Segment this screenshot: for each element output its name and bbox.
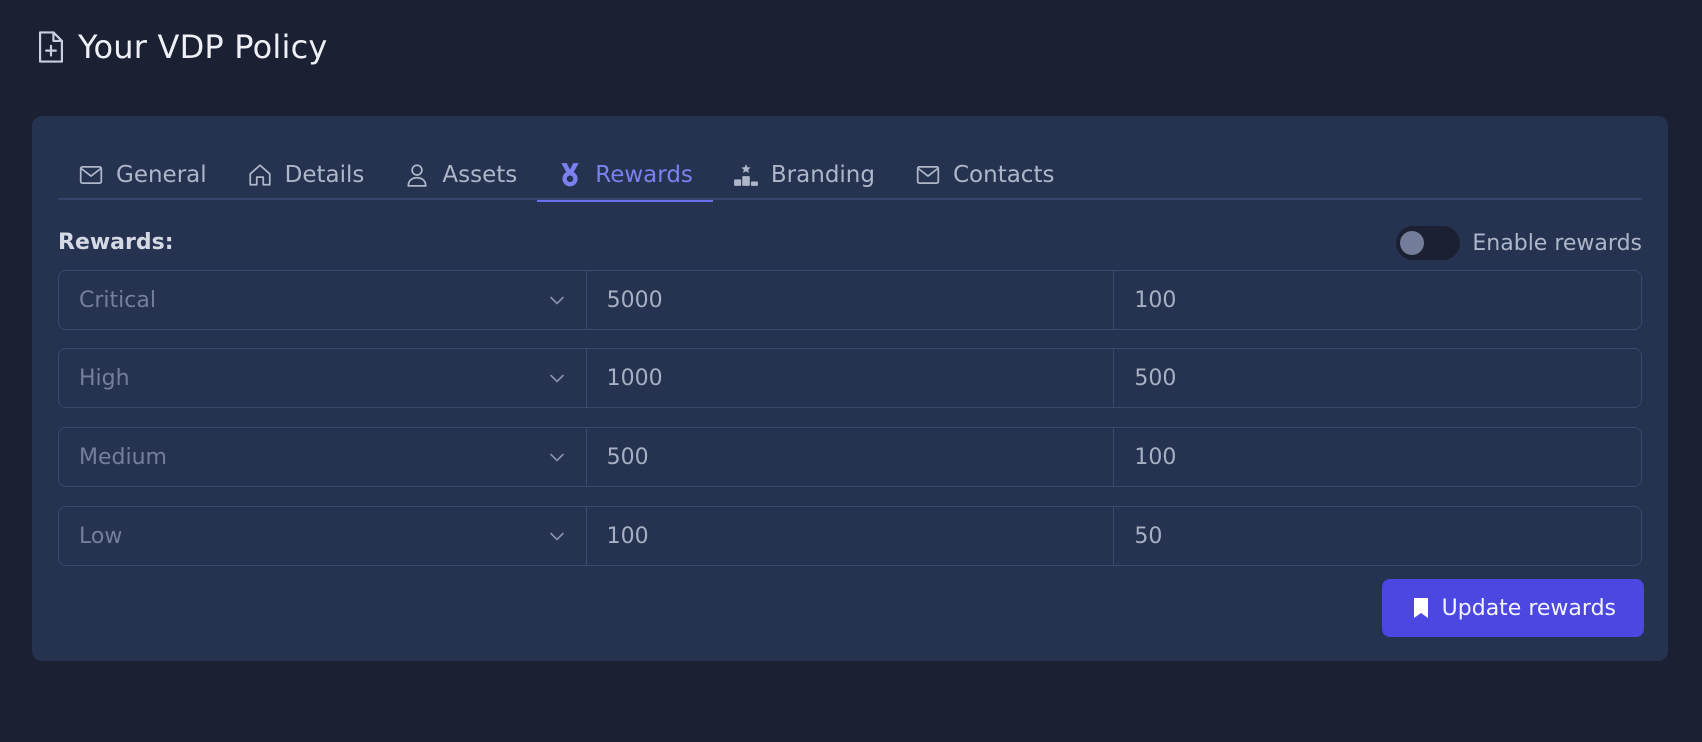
tab-label: Details [284,162,365,188]
reward-row-medium: Medium 500 100 [58,427,1642,487]
severity-select[interactable]: Medium [59,428,586,486]
severity-value: Low [79,523,123,549]
mail-icon [916,166,940,184]
max-reward-input[interactable]: 100 [585,507,1114,565]
tab-label: General [116,162,207,188]
tab-label: Assets [442,162,518,188]
min-reward-input[interactable]: 500 [1113,349,1641,407]
tab-branding[interactable]: Branding [713,150,895,200]
reward-row-low: Low 100 50 [58,506,1642,566]
page-title: Your VDP Policy [78,28,328,66]
severity-value: Critical [79,287,156,313]
severity-select[interactable]: High [59,349,586,407]
chevron-down-icon [549,374,564,383]
tab-contacts[interactable]: Contacts [895,150,1074,200]
min-reward-input[interactable]: 100 [1113,428,1641,486]
user-icon [407,164,427,187]
chevron-down-icon [549,296,564,305]
tab-label: Branding [770,162,875,188]
tab-label: Contacts [952,162,1055,188]
enable-rewards-label: Enable rewards [1472,230,1642,256]
min-reward-input[interactable]: 50 [1113,507,1641,565]
reward-row-high: High 1000 500 [58,348,1642,408]
severity-select[interactable]: Critical [59,271,586,329]
mail-icon [79,166,103,184]
enable-rewards-toggle-group: Enable rewards [1396,226,1642,260]
bookmark-icon [1413,598,1428,618]
tab-label: Rewards [595,162,693,188]
tab-bar: General Details Assets Rewards Branding … [58,150,1642,202]
max-reward-input[interactable]: 5000 [585,271,1114,329]
update-rewards-button[interactable]: Update rewards [1381,579,1644,637]
medal-icon [561,163,579,187]
tab-details[interactable]: Details [227,150,385,200]
severity-value: Medium [79,444,167,470]
tab-general[interactable]: General [58,150,227,200]
toggle-knob [1400,231,1425,255]
severity-select[interactable]: Low [59,507,586,565]
severity-value: High [79,365,130,391]
max-reward-input[interactable]: 500 [585,428,1114,486]
rewards-section-label: Rewards: [58,230,174,255]
max-reward-input[interactable]: 1000 [585,349,1114,407]
chevron-down-icon [549,453,564,462]
tab-rewards[interactable]: Rewards [537,150,713,202]
update-rewards-label: Update rewards [1441,595,1616,621]
policy-card: General Details Assets Rewards Branding … [32,116,1668,661]
min-reward-input[interactable]: 100 [1113,271,1641,329]
podium-icon [733,164,758,186]
chevron-down-icon [549,532,564,541]
reward-row-critical: Critical 5000 100 [58,270,1642,330]
file-plus-icon [38,31,64,63]
home-icon [249,164,271,186]
page-header: Your VDP Policy [36,28,328,66]
enable-rewards-toggle[interactable] [1396,226,1461,260]
tab-assets[interactable]: Assets [384,150,537,200]
